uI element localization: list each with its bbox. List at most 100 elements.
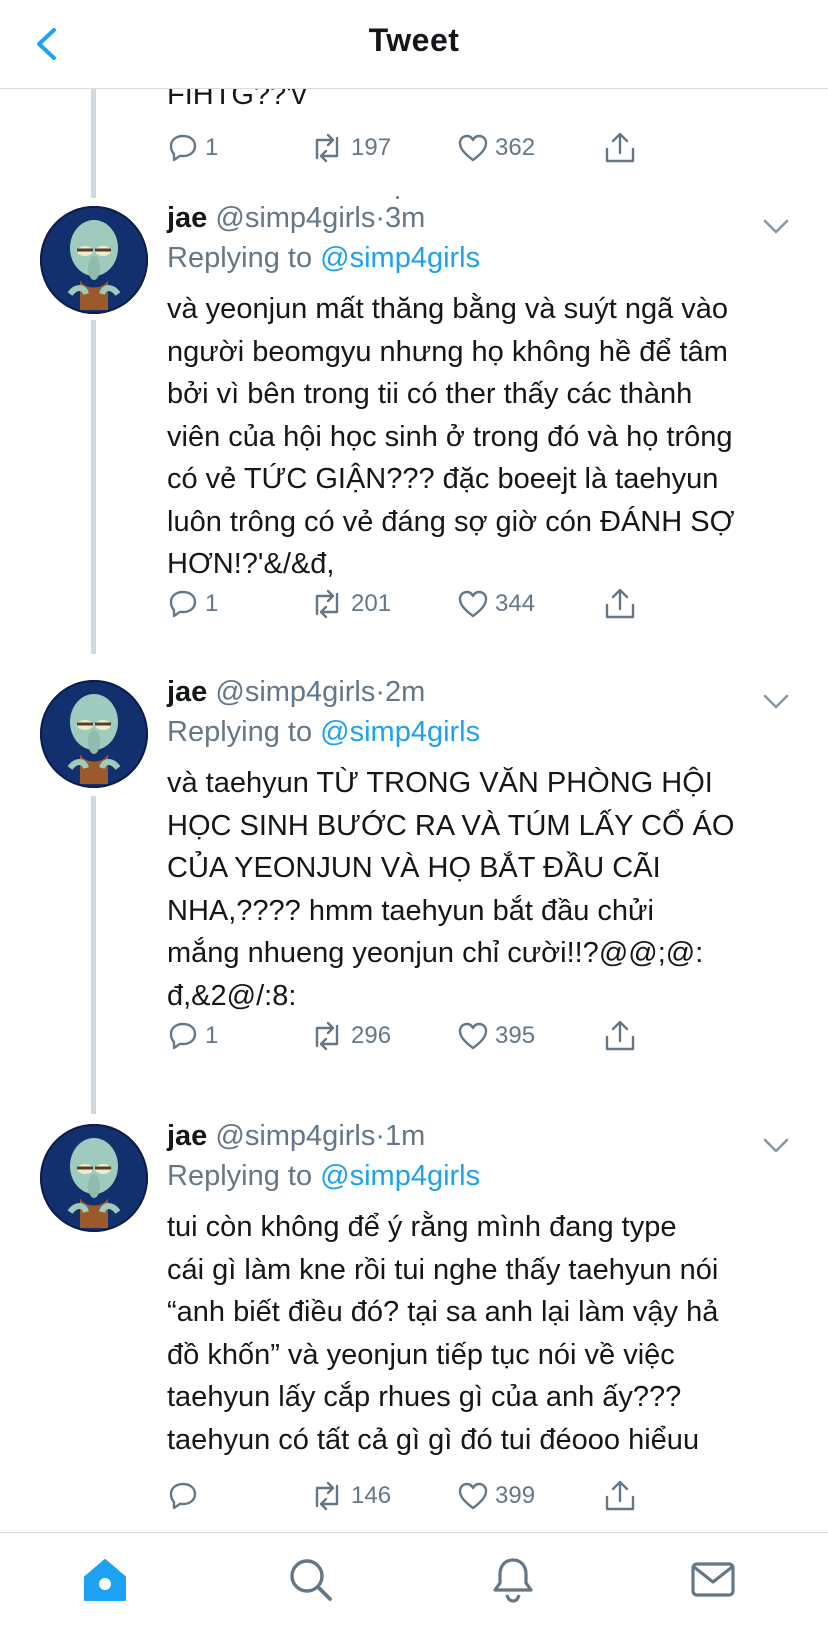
reply-button[interactable]: 1 xyxy=(167,128,218,168)
search-icon xyxy=(290,1559,332,1601)
share-button[interactable] xyxy=(603,1476,637,1516)
retweet-icon xyxy=(315,1481,339,1511)
avatar[interactable] xyxy=(40,1124,148,1232)
replying-to: Replying to @simp4girls xyxy=(167,1156,480,1196)
thread-line xyxy=(91,320,96,654)
bell-icon xyxy=(493,1558,533,1603)
share-icon xyxy=(605,132,635,163)
chevron-down-icon xyxy=(763,1138,789,1153)
like-button[interactable]: 399 xyxy=(457,1476,535,1516)
user-handle[interactable]: @simp4girls xyxy=(215,1120,375,1152)
tweet-text: và yeonjun mất thăng bằng và suýt ngã và… xyxy=(167,293,735,580)
squidward-avatar-icon xyxy=(40,1124,148,1232)
user-handle[interactable]: @simp4girls xyxy=(215,202,375,234)
mail-icon xyxy=(691,1562,735,1597)
retweet-count: 146 xyxy=(351,1482,392,1509)
tweet-header: jae @simp4girls·2m xyxy=(167,672,425,712)
like-count: 344 xyxy=(495,590,536,617)
tab-messages[interactable] xyxy=(688,1555,738,1605)
chevron-down-icon xyxy=(763,694,789,709)
tab-search[interactable] xyxy=(286,1555,336,1605)
tweet-menu-button[interactable] xyxy=(762,218,790,236)
reply-icon xyxy=(169,1482,197,1510)
retweet-button[interactable]: 201 xyxy=(309,584,391,624)
like-count: 399 xyxy=(495,1482,536,1509)
mention-link[interactable]: @simp4girls xyxy=(320,242,480,274)
like-button[interactable]: 395 xyxy=(457,1016,535,1056)
chevron-down-icon xyxy=(763,219,789,234)
reply-button[interactable] xyxy=(167,1476,205,1516)
like-count: 395 xyxy=(495,1022,536,1049)
reply-count: 1 xyxy=(205,590,219,617)
share-button[interactable] xyxy=(603,584,637,624)
meta-separator: · xyxy=(375,202,386,234)
mention-link[interactable]: @simp4girls xyxy=(320,1160,480,1192)
top-bar: Tweet xyxy=(0,0,828,89)
mention-link[interactable]: @simp4girls xyxy=(320,716,480,748)
retweet-icon xyxy=(315,133,339,163)
tweet-header: jae @simp4girls·3m xyxy=(167,198,425,238)
replying-to: Replying to @simp4girls xyxy=(167,238,480,278)
retweet-button[interactable]: 146 xyxy=(309,1476,391,1516)
tweet-text: và taehyun TỪ TRONG VĂN PHÒNG HỘI HỌC SI… xyxy=(167,767,735,1012)
thread-line xyxy=(91,88,96,198)
tweet-menu-button[interactable] xyxy=(762,693,790,711)
retweet-icon xyxy=(315,589,339,619)
timestamp: 3m xyxy=(385,202,426,234)
replying-to: Replying to @simp4girls xyxy=(167,712,480,752)
reply-count: 1 xyxy=(205,134,219,161)
retweet-button[interactable]: 197 xyxy=(309,128,391,168)
tweet-text: tui còn không để ý rằng mình đang type c… xyxy=(167,1211,719,1456)
like-count: 362 xyxy=(495,134,536,161)
reply-button[interactable]: 1 xyxy=(167,584,218,624)
replying-to-label: Replying to xyxy=(167,1160,313,1192)
reply-icon xyxy=(169,1022,197,1050)
tweet-menu-button[interactable] xyxy=(762,1137,790,1155)
tab-home[interactable] xyxy=(80,1555,130,1605)
replying-to-label: Replying to xyxy=(167,242,313,274)
like-button[interactable]: 344 xyxy=(457,584,535,624)
retweet-count: 296 xyxy=(351,1022,392,1049)
heart-icon xyxy=(458,1022,488,1050)
page-title: Tweet xyxy=(368,22,460,58)
squidward-avatar-icon xyxy=(40,206,148,314)
meta-separator: · xyxy=(375,1120,386,1152)
share-button[interactable] xyxy=(603,1016,637,1056)
display-name[interactable]: jae xyxy=(167,676,207,708)
like-button[interactable]: 362 xyxy=(457,128,535,168)
reply-button[interactable]: 1 xyxy=(167,1016,218,1056)
retweet-button[interactable]: 296 xyxy=(309,1016,391,1056)
squidward-avatar-icon xyxy=(40,680,148,788)
share-icon xyxy=(605,1480,635,1511)
heart-icon xyxy=(458,590,488,618)
share-icon xyxy=(605,588,635,619)
display-name[interactable]: jae xyxy=(167,202,207,234)
reply-icon xyxy=(169,134,197,162)
thread-line xyxy=(91,796,96,1114)
reply-count: 1 xyxy=(205,1022,219,1049)
tweet-header: jae @simp4girls·1m xyxy=(167,1116,425,1156)
heart-icon xyxy=(458,1482,488,1510)
tweet-actions: 1 197 362 xyxy=(167,128,727,168)
tweet-actions: 1 296 395 xyxy=(167,1016,727,1056)
tab-notifications[interactable] xyxy=(488,1555,538,1605)
avatar[interactable] xyxy=(40,680,148,788)
avatar[interactable] xyxy=(40,206,148,314)
reply-icon xyxy=(169,590,197,618)
replying-to-label: Replying to xyxy=(167,716,313,748)
retweet-count: 201 xyxy=(351,590,392,617)
tweet-actions: 1 201 344 xyxy=(167,584,727,624)
timestamp: 1m xyxy=(385,1120,426,1152)
heart-icon xyxy=(458,134,488,162)
meta-separator: · xyxy=(375,676,386,708)
user-handle[interactable]: @simp4girls xyxy=(215,676,375,708)
retweet-count: 197 xyxy=(351,134,392,161)
retweet-icon xyxy=(315,1021,339,1051)
home-icon xyxy=(84,1559,126,1601)
display-name[interactable]: jae xyxy=(167,1120,207,1152)
tweet-actions: 146 399 xyxy=(167,1476,727,1516)
share-button[interactable] xyxy=(603,128,637,168)
bottom-tab-bar xyxy=(0,1532,828,1629)
share-icon xyxy=(605,1020,635,1051)
timestamp: 2m xyxy=(385,676,426,708)
